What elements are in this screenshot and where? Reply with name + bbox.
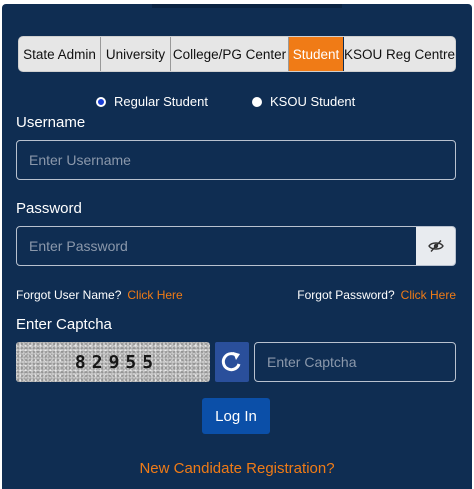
captcha-label: Enter Captcha bbox=[16, 316, 112, 333]
forgot-username-row: Forgot User Name? Click Here bbox=[16, 288, 183, 302]
student-type-radios: Regular Student KSOU Student bbox=[2, 92, 472, 114]
ksou-student-radio[interactable]: KSOU Student bbox=[252, 94, 355, 109]
radio-selected-icon bbox=[96, 96, 106, 107]
tab-university[interactable]: University bbox=[101, 37, 171, 71]
forgot-username-text: Forgot User Name? bbox=[16, 288, 122, 302]
forgot-username-link[interactable]: Click Here bbox=[127, 288, 182, 302]
username-input[interactable] bbox=[16, 140, 456, 180]
eye-slash-icon bbox=[427, 240, 444, 252]
login-panel: State Admin University College/PG Center… bbox=[2, 4, 472, 489]
regular-student-label: Regular Student bbox=[114, 94, 208, 109]
password-label: Password bbox=[16, 200, 82, 217]
login-button[interactable]: Log In bbox=[202, 398, 270, 434]
tab-college-pg-center[interactable]: College/PG Center bbox=[171, 37, 289, 71]
panel-top-accent bbox=[152, 4, 342, 8]
captcha-code: 82955 bbox=[74, 351, 160, 373]
forgot-password-link[interactable]: Click Here bbox=[401, 288, 456, 302]
password-input[interactable] bbox=[16, 226, 417, 266]
ksou-student-label: KSOU Student bbox=[270, 94, 356, 109]
captcha-refresh-button[interactable] bbox=[215, 342, 249, 382]
captcha-image: 82955 bbox=[16, 342, 210, 382]
username-label: Username bbox=[16, 114, 86, 131]
tab-state-admin[interactable]: State Admin bbox=[19, 37, 101, 71]
new-candidate-registration-link[interactable]: New Candidate Registration? bbox=[2, 460, 472, 477]
password-visibility-toggle[interactable] bbox=[416, 226, 456, 266]
tab-student[interactable]: Student bbox=[289, 37, 344, 71]
role-tabs: State Admin University College/PG Center… bbox=[18, 36, 456, 72]
forgot-password-text: Forgot Password? bbox=[297, 288, 395, 302]
refresh-icon bbox=[221, 352, 241, 372]
tab-ksou-reg-centre[interactable]: KSOU Reg Centre bbox=[344, 37, 455, 71]
login-page: State Admin University College/PG Center… bbox=[0, 0, 474, 489]
captcha-input[interactable] bbox=[254, 342, 456, 382]
regular-student-radio[interactable]: Regular Student bbox=[96, 94, 208, 109]
radio-unselected-icon bbox=[252, 96, 262, 107]
forgot-password-row: Forgot Password? Click Here bbox=[297, 288, 456, 302]
